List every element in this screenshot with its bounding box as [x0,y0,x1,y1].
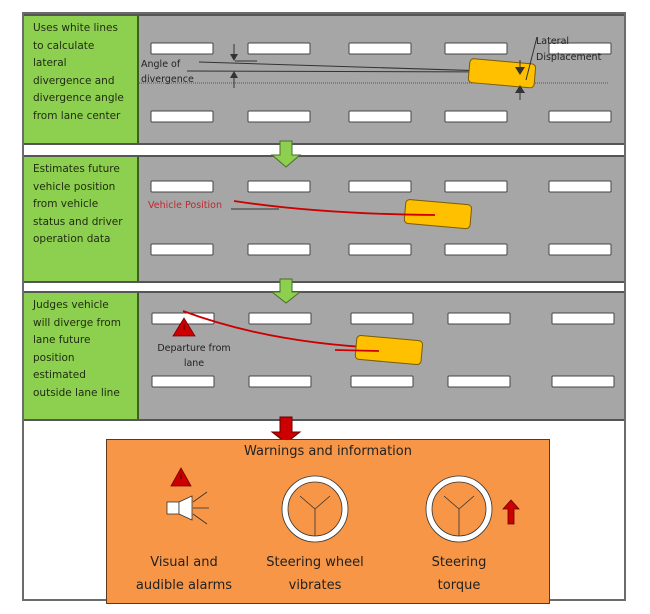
green-down-arrow [270,140,302,168]
warning-item-label: Visual and [150,555,218,570]
steering-wheel-torque-icon [425,475,493,543]
diagram-frame: Uses white lines to calculate lateral di… [22,12,626,604]
warning-item-label: Steering wheel [266,555,364,570]
steering-wheel-icon [281,475,349,543]
warning-item-torque: Steering torque [407,551,511,597]
warning-item-vibration: Steering wheel vibrates [255,551,375,597]
warnings-panel: Warnings and information Visual and audi… [106,439,550,604]
warning-item-label: Steering [431,555,487,570]
flow-arrows [270,140,302,444]
warning-item-label: vibrates [288,578,342,593]
warning-item-alarms: Visual and audible alarms [125,551,243,597]
warning-triangle-icon [170,467,192,487]
torque-up-arrow-icon [502,499,520,525]
green-down-arrow [270,278,302,304]
warning-item-label: torque [437,578,481,593]
speaker-icon [166,491,209,525]
warning-item-label: audible alarms [135,578,233,593]
